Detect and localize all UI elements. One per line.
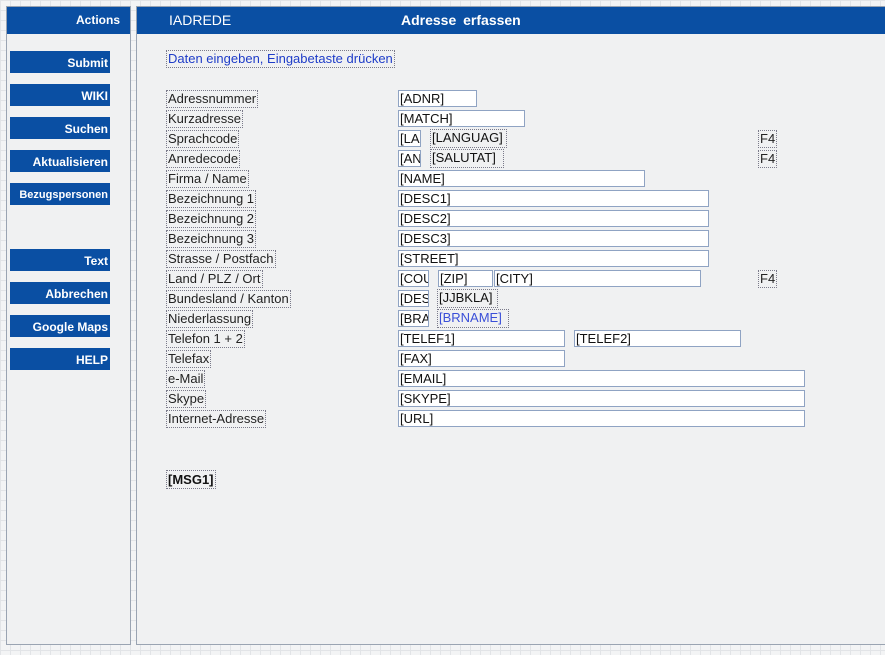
country-prompt-f4[interactable]: F4 [757, 270, 778, 288]
label-sprachcode: Sprachcode [165, 130, 240, 148]
zip-input[interactable]: [ZIP] [438, 270, 493, 287]
match-input[interactable]: [MATCH] [398, 110, 525, 127]
label-bezeichnung-1: Bezeichnung 1 [165, 190, 257, 208]
bundesland-name-output: [JJBKLA] [437, 289, 498, 308]
telef2-input[interactable]: [TELEF2] [574, 330, 741, 347]
wiki-button[interactable]: WIKI [10, 84, 110, 106]
desc3-input[interactable]: [DESC3] [398, 230, 709, 247]
label-telefon: Telefon 1 + 2 [166, 330, 245, 348]
city-input[interactable]: [CITY] [494, 270, 701, 287]
telef1-input[interactable]: [TELEF1] [398, 330, 565, 347]
country-input[interactable]: [COU [398, 270, 429, 287]
label-niederlassung: Niederlassung [165, 310, 254, 328]
label-skype: Skype [165, 390, 207, 408]
email-input[interactable]: [EMAIL] [398, 370, 805, 387]
submit-button[interactable]: Submit [10, 51, 110, 73]
label-anredecode: Anredecode [165, 150, 241, 168]
label-internet-adresse: Internet-Adresse [165, 410, 267, 428]
fax-input[interactable]: [FAX] [398, 350, 565, 367]
instruction-text: Daten eingeben, Eingabetaste drücken [166, 50, 395, 68]
bezugspersonen-button[interactable]: Bezugspersonen [10, 183, 110, 205]
suchen-button[interactable]: Suchen [10, 117, 110, 139]
label-kurzadresse: Kurzadresse [166, 110, 243, 128]
language-name-output: [LANGUAG] [430, 129, 507, 148]
salutation-name-output: [SALUTAT] [430, 149, 504, 168]
label-firma-name: Firma / Name [166, 170, 249, 188]
label-land-plz-ort: Land / PLZ / Ort [166, 270, 263, 288]
google-maps-button[interactable]: Google Maps [10, 315, 110, 337]
bundesland-input[interactable]: [DES [398, 290, 429, 307]
abbrechen-button[interactable]: Abbrechen [10, 282, 110, 304]
message-line: [MSG1] [166, 470, 216, 489]
url-input[interactable]: [URL] [398, 410, 805, 427]
desc1-input[interactable]: [DESC1] [398, 190, 709, 207]
header-bar: IADREDE Adresse erfassen [137, 7, 885, 34]
salutation-code-input[interactable]: [AN [398, 150, 421, 167]
help-button[interactable]: HELP [10, 348, 110, 370]
aktualisieren-button[interactable]: Aktualisieren [10, 150, 110, 172]
page-title: Adresse erfassen [401, 12, 521, 28]
branch-name-output: [BRNAME] [437, 309, 509, 328]
label-bezeichnung-3: Bezeichnung 3 [165, 230, 257, 248]
actions-title: Actions [7, 7, 130, 34]
label-bezeichnung-2: Bezeichnung 2 [165, 210, 257, 228]
street-input[interactable]: [STREET] [398, 250, 709, 267]
label-adressnummer: Adressnummer [165, 90, 259, 108]
label-bundesland: Bundesland / Kanton [166, 290, 291, 308]
adnr-input[interactable]: [ADNR] [398, 90, 477, 107]
salutation-prompt-f4[interactable]: F4 [757, 150, 778, 168]
text-button[interactable]: Text [10, 249, 110, 271]
label-strasse: Strasse / Postfach [166, 250, 276, 268]
program-name: IADREDE [169, 12, 232, 28]
branch-code-input[interactable]: [BRA [398, 310, 429, 327]
name-input[interactable]: [NAME] [398, 170, 645, 187]
skype-input[interactable]: [SKYPE] [398, 390, 805, 407]
language-prompt-f4[interactable]: F4 [757, 130, 778, 148]
desc2-input[interactable]: [DESC2] [398, 210, 709, 227]
label-email: e-Mail [165, 370, 206, 388]
language-code-input[interactable]: [LA [398, 130, 421, 147]
label-telefax: Telefax [165, 350, 212, 368]
